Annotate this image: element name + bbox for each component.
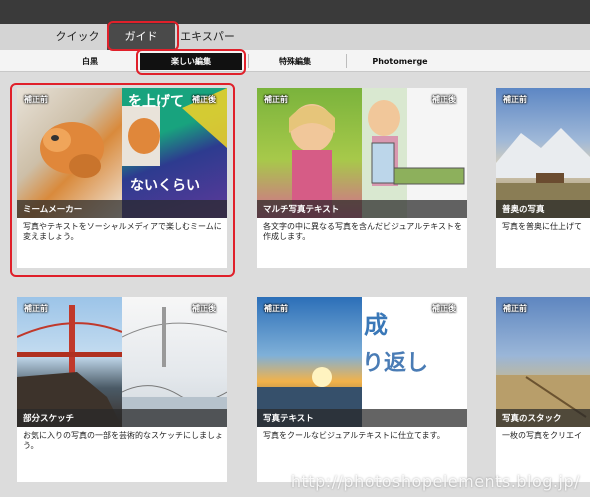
before-image: [257, 88, 362, 218]
before-image: [17, 297, 123, 427]
card-description: 一枚の写真をクリエイ: [502, 431, 582, 440]
badge-before: 補正前: [24, 95, 48, 104]
tab-expert[interactable]: エキスパート: [175, 24, 240, 69]
sketch-photo: [121, 307, 227, 427]
meme-top-text: を上げて: [128, 94, 184, 110]
card-photo-text[interactable]: 成 り返し 補正前 補正後 写真テキスト 写真をクールなビジュアルテキストに仕立…: [257, 297, 467, 482]
before-image: [496, 88, 590, 218]
card-description: 写真をクールなビジュアルテキストに仕立てます。: [263, 431, 445, 440]
card-thumbnail: 補正前 補正後 マルチ写真テキスト: [257, 88, 467, 218]
after-image: 成 り返し: [362, 297, 467, 427]
mountain-photo: [496, 128, 590, 218]
tab-guide[interactable]: ガイド: [107, 24, 175, 50]
card-meme-maker[interactable]: を上げて ないくらい 補正前 補正後 ミームメーカー 写真やテキストをソーシャル…: [17, 88, 227, 268]
meme-bottom-text: ないくらい: [130, 178, 200, 194]
card-description: 各文字の中に異なる写真を含んだビジュアルテキストを作成します。: [263, 222, 462, 241]
divider: [346, 54, 347, 68]
card-description: 写真を普奥に仕上げて: [502, 222, 582, 231]
divider: [248, 54, 249, 68]
card-description: お気に入りの写真の一部を芸術的なスケッチにしましょう。: [23, 431, 223, 450]
badge-after: 補正後: [192, 95, 216, 104]
card-partial-sketch[interactable]: 補正前 補正後 部分スケッチ お気に入りの写真の一部を芸術的なスケッチにしましょ…: [17, 297, 227, 482]
card-multi-photo-text[interactable]: 補正前 補正後 マルチ写真テキスト 各文字の中に異なる写真を含んだビジュアルテキ…: [257, 88, 467, 268]
girl-photo: [289, 104, 335, 218]
title-bar: [0, 0, 590, 24]
sunset-photo: [257, 367, 362, 427]
cat-photo: [40, 122, 104, 178]
badge-before: 補正前: [503, 304, 527, 313]
card-thumbnail: を上げて ないくらい 補正前 補正後 ミームメーカー: [17, 88, 227, 218]
subtab-black-white[interactable]: 白黒: [55, 53, 125, 70]
after-image: を上げて ないくらい: [122, 88, 227, 218]
subtab-fun-edits[interactable]: 楽しい編集: [140, 53, 242, 70]
card-thumbnail: 成 り返し 補正前 補正後 写真テキスト: [257, 297, 467, 427]
photo-text-bottom: り返し: [362, 351, 429, 376]
multi-photo-letters: [362, 88, 465, 218]
subtab-photomerge[interactable]: Photomerge: [355, 53, 445, 70]
tab-quick[interactable]: クイック: [50, 24, 105, 50]
before-image: [496, 297, 590, 427]
card-title: 写真テキスト: [263, 414, 314, 424]
divider: [136, 54, 137, 68]
badge-before: 補正前: [264, 95, 288, 104]
card-description: 写真やテキストをソーシャルメディアで楽しむミームに変えましょう。: [23, 222, 222, 241]
before-image: [17, 88, 122, 218]
bridge-photo: [17, 305, 123, 427]
badge-before: 補正前: [264, 304, 288, 313]
card-vintage-photo[interactable]: 補正前 普奥の写真 写真を普奥に仕上げて: [496, 88, 590, 268]
card-title: 普奥の写真: [502, 205, 545, 215]
badge-after: 補正後: [192, 304, 216, 313]
after-image: [362, 88, 467, 218]
card-thumbnail: 補正前 写真のスタック: [496, 297, 590, 427]
card-title: マルチ写真テキスト: [263, 205, 340, 215]
card-thumbnail: 補正前 普奥の写真: [496, 88, 590, 218]
badge-after: 補正後: [432, 304, 456, 313]
card-photo-stack[interactable]: 補正前 写真のスタック 一枚の写真をクリエイ: [496, 297, 590, 482]
beach-photo: [496, 375, 590, 427]
watermark: http://photoshopelements.blog.jp/: [290, 472, 580, 491]
mode-bar: クイック ガイド エキスパート: [0, 24, 590, 69]
badge-before: 補正前: [24, 304, 48, 313]
card-title: 部分スケッチ: [23, 414, 75, 424]
guide-category-bar: 白黒 楽しい編集 特殊編集 Photomerge: [0, 50, 590, 72]
guide-content: を上げて ないくらい 補正前 補正後 ミームメーカー 写真やテキストをソーシャル…: [0, 73, 590, 497]
photo-text-top: 成: [364, 311, 388, 339]
badge-before: 補正前: [503, 95, 527, 104]
after-image: [121, 297, 227, 427]
badge-after: 補正後: [432, 95, 456, 104]
subtab-special-edits[interactable]: 特殊編集: [255, 53, 335, 70]
card-title: ミームメーカー: [23, 205, 83, 215]
card-title: 写真のスタック: [502, 414, 562, 424]
card-thumbnail: 補正前 補正後 部分スケッチ: [17, 297, 227, 427]
before-image: [257, 297, 362, 427]
